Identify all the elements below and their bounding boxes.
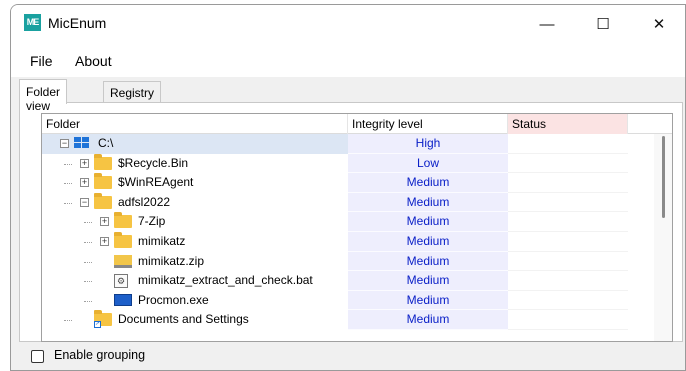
folder-name: mimikatz.zip [138, 253, 205, 268]
folder-icon [114, 212, 132, 229]
folder-view-panel: Folder Integrity level Status − C:\ High + $… [19, 102, 683, 342]
menu-bar: File About [11, 43, 685, 77]
grid-header: Folder Integrity level Status [42, 114, 672, 134]
cell-folder: + $WinREAgent [42, 173, 348, 193]
bat-icon: ⚙ [114, 274, 128, 289]
cell-integrity-level: Medium [348, 192, 508, 213]
cell-status [508, 154, 628, 174]
folder-name: mimikatz [138, 234, 186, 248]
vertical-scrollbar[interactable] [654, 134, 672, 341]
cell-status [508, 291, 628, 311]
cell-status [508, 271, 628, 291]
cell-folder: Procmon.exe [42, 291, 348, 311]
app-window: ME MicEnum — ☐ ✕ File About Folder view … [10, 4, 686, 371]
folder-name: C:\ [98, 136, 114, 150]
cell-status [508, 212, 628, 232]
expand-icon[interactable]: + [100, 237, 109, 246]
tab-folder-view[interactable]: Folder view [19, 79, 68, 113]
folder-tree-grid[interactable]: Folder Integrity level Status − C:\ High + $… [41, 113, 673, 342]
cell-status [508, 232, 628, 252]
table-row[interactable]: + mimikatz Medium [42, 232, 648, 252]
cell-integrity-level: Medium [348, 310, 508, 330]
tree-connector [64, 183, 72, 185]
menu-file[interactable]: File [30, 53, 53, 69]
scrollbar-thumb[interactable] [662, 136, 665, 218]
window-title: MicEnum [48, 15, 107, 31]
column-header-status[interactable]: Status [508, 114, 628, 134]
collapse-icon[interactable]: − [80, 197, 89, 207]
cell-integrity-level: High [348, 134, 508, 154]
cell-integrity-level: Low [348, 153, 508, 174]
folder-name: $Recycle.Bin [118, 155, 189, 170]
table-row[interactable]: + $WinREAgent Medium [42, 173, 648, 193]
tree-connector [64, 320, 72, 322]
cell-status [508, 193, 628, 213]
folder-name: Procmon.exe [138, 292, 209, 307]
table-row[interactable]: − adfsl2022 Medium [42, 192, 648, 213]
collapse-icon[interactable]: − [60, 139, 69, 148]
cell-integrity-level: Medium [348, 271, 508, 291]
expand-icon[interactable]: + [80, 158, 89, 168]
shortcut-arrow-icon: ↗ [94, 321, 101, 329]
table-row[interactable]: ⚙ mimikatz_extract_and_check.bat Medium [42, 271, 648, 291]
cell-folder: − adfsl2022 [42, 192, 348, 213]
folder-icon [94, 192, 112, 209]
tree-connector [84, 261, 92, 263]
cell-status [508, 310, 628, 330]
title-bar[interactable]: ME MicEnum — ☐ ✕ [11, 5, 685, 43]
cell-integrity-level: Medium [348, 232, 508, 252]
expand-icon[interactable]: + [80, 178, 89, 188]
folder-shortcut-icon: ↗ [94, 310, 112, 329]
column-header-folder[interactable]: Folder [42, 114, 348, 134]
tree-connector [64, 163, 72, 165]
table-row[interactable]: +7-Zip Medium [42, 212, 648, 232]
cell-integrity-level: Medium [348, 173, 508, 193]
folder-name: adfsl2022 [118, 194, 171, 209]
app-icon: ME [24, 14, 41, 31]
exe-icon [114, 293, 132, 306]
zip-icon [114, 254, 132, 268]
folder-icon [114, 232, 132, 248]
cell-status [508, 173, 628, 193]
tree-connector [84, 281, 92, 283]
folder-name: 7-Zip [138, 214, 166, 229]
enable-grouping-checkbox[interactable] [31, 350, 44, 363]
cell-status [508, 252, 628, 272]
close-button[interactable]: ✕ [631, 5, 685, 43]
cell-integrity-level: Medium [348, 251, 508, 272]
tab-registry-view[interactable]: Registry view [103, 81, 162, 114]
cell-folder: − C:\ [42, 134, 348, 154]
folder-icon [94, 173, 112, 190]
table-row[interactable]: Procmon.exe Medium [42, 290, 648, 311]
cell-folder: + $Recycle.Bin [42, 153, 348, 174]
tree-connector [84, 222, 92, 224]
cell-integrity-level: Medium [348, 290, 508, 311]
cell-folder: mimikatz.zip [42, 252, 348, 272]
enable-grouping-label: Enable grouping [54, 348, 146, 362]
menu-about[interactable]: About [75, 53, 112, 69]
table-row[interactable]: + $Recycle.Bin Low [42, 153, 648, 174]
expand-icon[interactable]: + [100, 217, 109, 227]
folder-name: mimikatz_extract_and_check.bat [138, 273, 313, 288]
cell-status [508, 134, 628, 154]
table-row[interactable]: ↗ Documents and Settings Medium [42, 310, 648, 330]
cell-integrity-level: Medium [348, 212, 508, 232]
tree-connector [84, 242, 92, 243]
drive-icon [74, 137, 90, 149]
folder-name: Documents and Settings [118, 312, 249, 327]
tree-connector [84, 300, 92, 302]
folder-name: $WinREAgent [118, 175, 194, 190]
minimize-button[interactable]: — [519, 5, 575, 43]
cell-folder: ⚙ mimikatz_extract_and_check.bat [42, 271, 348, 291]
cell-folder: +7-Zip [42, 212, 348, 232]
table-row[interactable]: mimikatz.zip Medium [42, 251, 648, 272]
maximize-button[interactable]: ☐ [575, 5, 631, 43]
folder-icon [94, 153, 112, 170]
cell-folder: ↗ Documents and Settings [42, 310, 348, 330]
table-row[interactable]: − C:\ High [42, 134, 648, 154]
column-header-integrity[interactable]: Integrity level [348, 114, 508, 134]
cell-folder: + mimikatz [42, 232, 348, 252]
tree-connector [64, 202, 72, 204]
